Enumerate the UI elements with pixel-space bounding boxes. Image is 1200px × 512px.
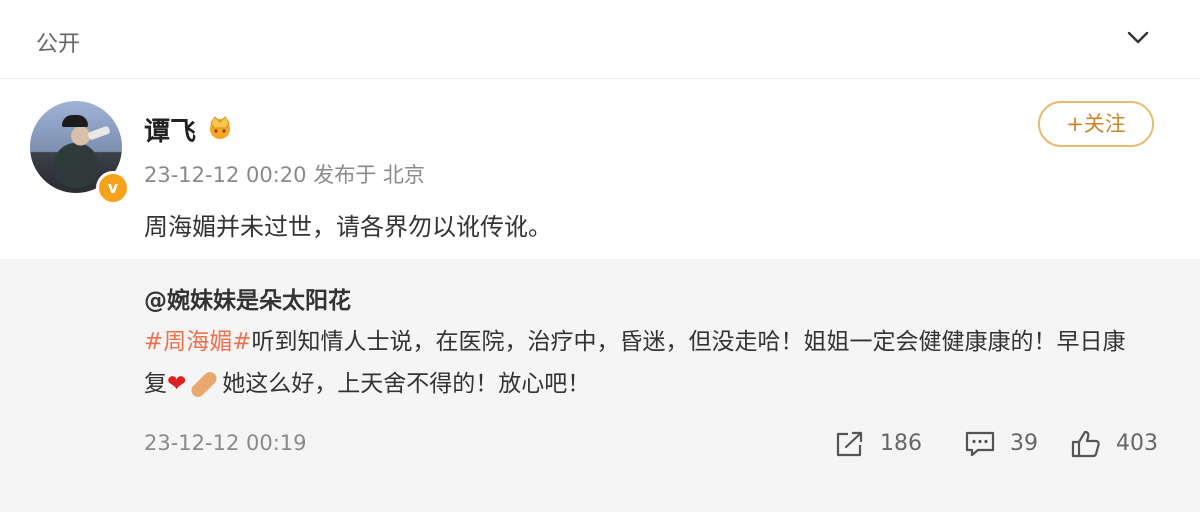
original-author[interactable]: @婉妹妹是朵太阳花 — [144, 281, 351, 315]
original-timestamp: 23-12-12 00:19 — [144, 431, 307, 455]
weibo-post: v 谭飞 23-12-12 00:20 发布于 北京 +关注 周海媚并未过世，请… — [0, 79, 1200, 259]
original-text: #周海媚#听到知情人士说，在医院，治疗中，昏迷，但没走哈！姐姐一定会健健康康的！… — [144, 321, 1144, 405]
follow-button[interactable]: +关注 — [1038, 101, 1154, 147]
comment-icon — [965, 431, 995, 457]
original-text-part2: 她这么好，上天舍不得的！放心吧！ — [222, 371, 591, 397]
chevron-down-icon[interactable] — [1126, 28, 1150, 48]
visibility-label[interactable]: 公开 — [36, 26, 80, 58]
heart-emoji: ❤ — [167, 371, 187, 397]
avatar-megaphone — [87, 125, 111, 141]
verified-badge-icon: v — [96, 171, 130, 205]
share-icon — [836, 431, 863, 457]
post-username[interactable]: 谭飞 — [144, 111, 196, 148]
comment-count: 39 — [1010, 431, 1038, 456]
top-bar: 公开 — [0, 0, 1200, 79]
crown-icon — [210, 116, 230, 139]
share-count: 186 — [880, 431, 922, 456]
hashtag-link[interactable]: #周海媚# — [144, 329, 252, 355]
post-meta: 23-12-12 00:20 发布于 北京 — [144, 163, 425, 187]
avatar-hat — [62, 115, 88, 127]
reposted-weibo[interactable]: @婉妹妹是朵太阳花 #周海媚#听到知情人士说，在医院，治疗中，昏迷，但没走哈！姐… — [0, 259, 1200, 512]
post-text: 周海媚并未过世，请各界勿以讹传讹。 — [144, 213, 552, 241]
like-count: 403 — [1116, 431, 1158, 456]
bandage-emoji-icon — [189, 369, 220, 400]
thumbs-up-icon — [1071, 430, 1100, 458]
